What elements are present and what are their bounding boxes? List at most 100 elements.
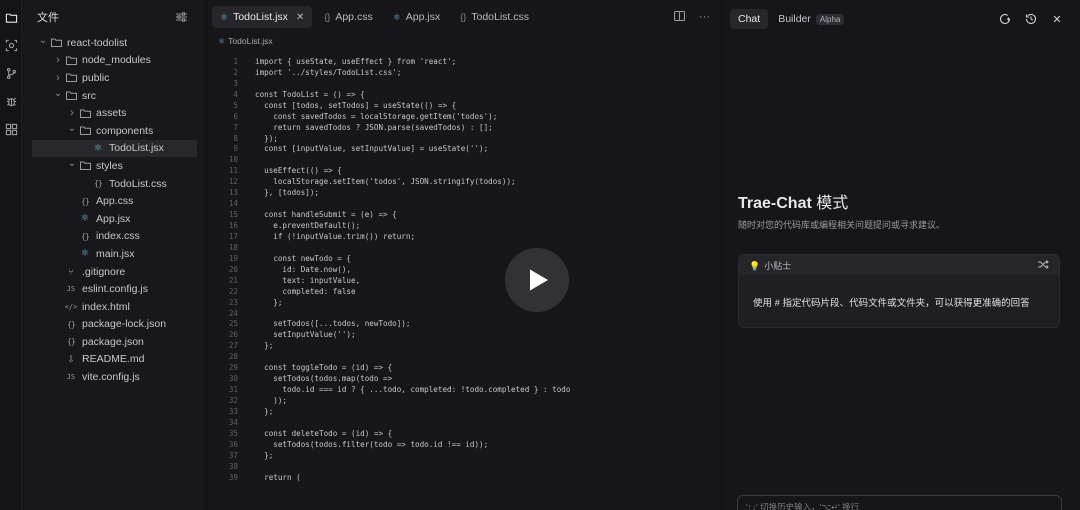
code-text: todo.id === id ? { ...todo, completed: !… [255, 385, 571, 395]
tip-text: 使用 # 指定代码片段、代码文件或文件夹，可以获得更准确的回答 [753, 298, 1030, 309]
tree-item-label: package-lock.json [82, 318, 167, 331]
css-file-icon: {} [324, 12, 331, 22]
code-line: 38 [208, 461, 720, 472]
file-item[interactable]: JS eslint.config.js [22, 280, 204, 298]
code-line: 2 import '../styles/TodoList.css'; [208, 67, 720, 78]
extensions-icon[interactable] [0, 118, 22, 140]
line-number: 17 [228, 231, 238, 241]
code-line: 7 return savedTodos ? JSON.parse(savedTo… [208, 122, 720, 133]
line-number: 31 [228, 385, 238, 395]
code-line: 34 [208, 417, 720, 428]
file-item[interactable]: {} package-lock.json [22, 316, 204, 334]
explorer-settings-icon[interactable] [174, 10, 188, 24]
new-chat-icon[interactable] [998, 12, 1012, 26]
folder-item[interactable]: › node_modules [22, 52, 204, 70]
code-text: const [todos, setTodos] = useState(() =>… [255, 100, 457, 110]
tree-item-label: App.css [96, 195, 134, 208]
line-number: 8 [233, 133, 238, 143]
file-item[interactable]: {} TodoList.css [22, 175, 204, 193]
line-number: 19 [228, 253, 238, 263]
video-play-button[interactable] [505, 248, 569, 312]
file-item[interactable]: ⚛ main.jsx [22, 245, 204, 263]
file-item[interactable]: ⇩ README.md [22, 351, 204, 369]
chevron-down-icon: ⌄ [38, 34, 48, 46]
code-line: 29 const toggleTodo = (id) => { [208, 362, 720, 373]
tree-item-label: App.jsx [96, 212, 131, 225]
tree-item-label: assets [96, 107, 127, 120]
code-line: 5 const [todos, setTodos] = useState(() … [208, 100, 720, 111]
folder-item[interactable]: ⌄ src [22, 87, 204, 105]
code-line: 9 const [inputValue, setInputValue] = us… [208, 144, 720, 155]
code-line: 22 completed: false [208, 286, 720, 297]
editor-tab[interactable]: {} TodoList.css [452, 6, 537, 28]
breadcrumb-file[interactable]: TodoList.jsx [228, 36, 272, 46]
alpha-badge: Alpha [815, 13, 845, 25]
code-line: 21 text: inputValue, [208, 275, 720, 286]
js-file-icon: JS [66, 373, 76, 382]
react-file-icon: ⚛ [80, 248, 90, 260]
editor-tab[interactable]: ⚛ App.jsx [385, 6, 449, 28]
file-item[interactable]: {} index.css [22, 228, 204, 246]
debug-icon[interactable] [0, 90, 22, 112]
line-number: 6 [233, 111, 238, 121]
shuffle-icon[interactable] [1038, 259, 1049, 271]
editor-tab[interactable]: ⚛ TodoList.jsx ✕ [212, 6, 313, 28]
file-item[interactable]: </> index.html [22, 298, 204, 316]
line-number: 30 [228, 374, 238, 384]
folder-item[interactable]: ⌄ styles [22, 157, 204, 175]
code-line: 33 }; [208, 406, 720, 417]
tab-builder[interactable]: Builder Alpha [770, 9, 852, 29]
split-editor-icon[interactable] [673, 10, 686, 24]
file-item[interactable]: ⑂ .gitignore [22, 263, 204, 281]
code-line: 4 const TodoList = () => { [208, 89, 720, 100]
tab-close-icon[interactable]: ✕ [296, 12, 304, 23]
code-area[interactable]: 1 import { useState, useEffect } from 're… [208, 56, 720, 510]
css-file-icon: {} [81, 231, 90, 241]
folder-icon [78, 126, 92, 136]
css-file-icon: {} [94, 179, 103, 189]
code-text: }, [todos]); [255, 188, 320, 198]
folder-item[interactable]: › public [22, 69, 204, 87]
folder-item[interactable]: › assets [22, 104, 204, 122]
chat-input[interactable]: '↑↓' 切换历史输入，'⌥↵' 换行 [737, 495, 1062, 510]
play-icon [530, 269, 548, 291]
file-item[interactable]: ⚛ App.jsx [22, 210, 204, 228]
line-number: 26 [228, 330, 238, 340]
folder-item[interactable]: ⌄ components [22, 122, 204, 140]
tree-item-label: react-todolist [67, 36, 128, 49]
editor-tab[interactable]: {} App.css [316, 6, 380, 28]
file-item[interactable]: JS vite.config.js [22, 368, 204, 386]
code-text: setTodos(todos.filter(todo => todo.id !=… [255, 439, 489, 449]
tip-label: 小贴士 [764, 260, 792, 271]
git-file-icon: ⑂ [68, 266, 74, 277]
close-icon[interactable]: ✕ [1050, 12, 1064, 26]
file-tree: ⌄ react-todolist › node_modules › public ⌄ src ›… [22, 34, 204, 386]
tab-chat[interactable]: Chat [730, 9, 769, 29]
history-icon[interactable] [1024, 12, 1038, 26]
code-editor: ⚛ TodoList.jsx ✕{} App.css ⚛ App.jsx{} TodoLis… [208, 0, 720, 510]
file-item[interactable]: {} package.json [22, 333, 204, 351]
file-item[interactable]: ⚛ TodoList.jsx [32, 139, 197, 158]
line-number: 14 [228, 199, 238, 209]
code-line: 18 [208, 242, 720, 253]
json-file-icon: {} [67, 337, 76, 347]
line-number: 7 [233, 122, 238, 132]
line-number: 32 [228, 396, 238, 406]
chat-actions: ✕ [998, 12, 1064, 26]
line-number: 15 [228, 210, 238, 220]
folder-icon [64, 73, 78, 83]
json-file-icon: {} [67, 319, 76, 329]
code-text: const TodoList = () => { [255, 89, 365, 99]
folder-item[interactable]: ⌄ react-todolist [22, 34, 204, 52]
tree-item-label: styles [96, 159, 123, 172]
search-scan-icon[interactable] [0, 34, 22, 56]
tab-label: TodoList.jsx [233, 11, 288, 23]
file-item[interactable]: {} App.css [22, 192, 204, 210]
more-actions-icon[interactable]: ··· [699, 11, 710, 24]
files-icon[interactable] [0, 6, 22, 28]
tab-label: App.css [335, 11, 373, 23]
line-number: 16 [228, 221, 238, 231]
chevron-down-icon: ⌄ [67, 122, 77, 134]
tree-item-label: node_modules [82, 54, 151, 67]
source-control-icon[interactable] [0, 62, 22, 84]
